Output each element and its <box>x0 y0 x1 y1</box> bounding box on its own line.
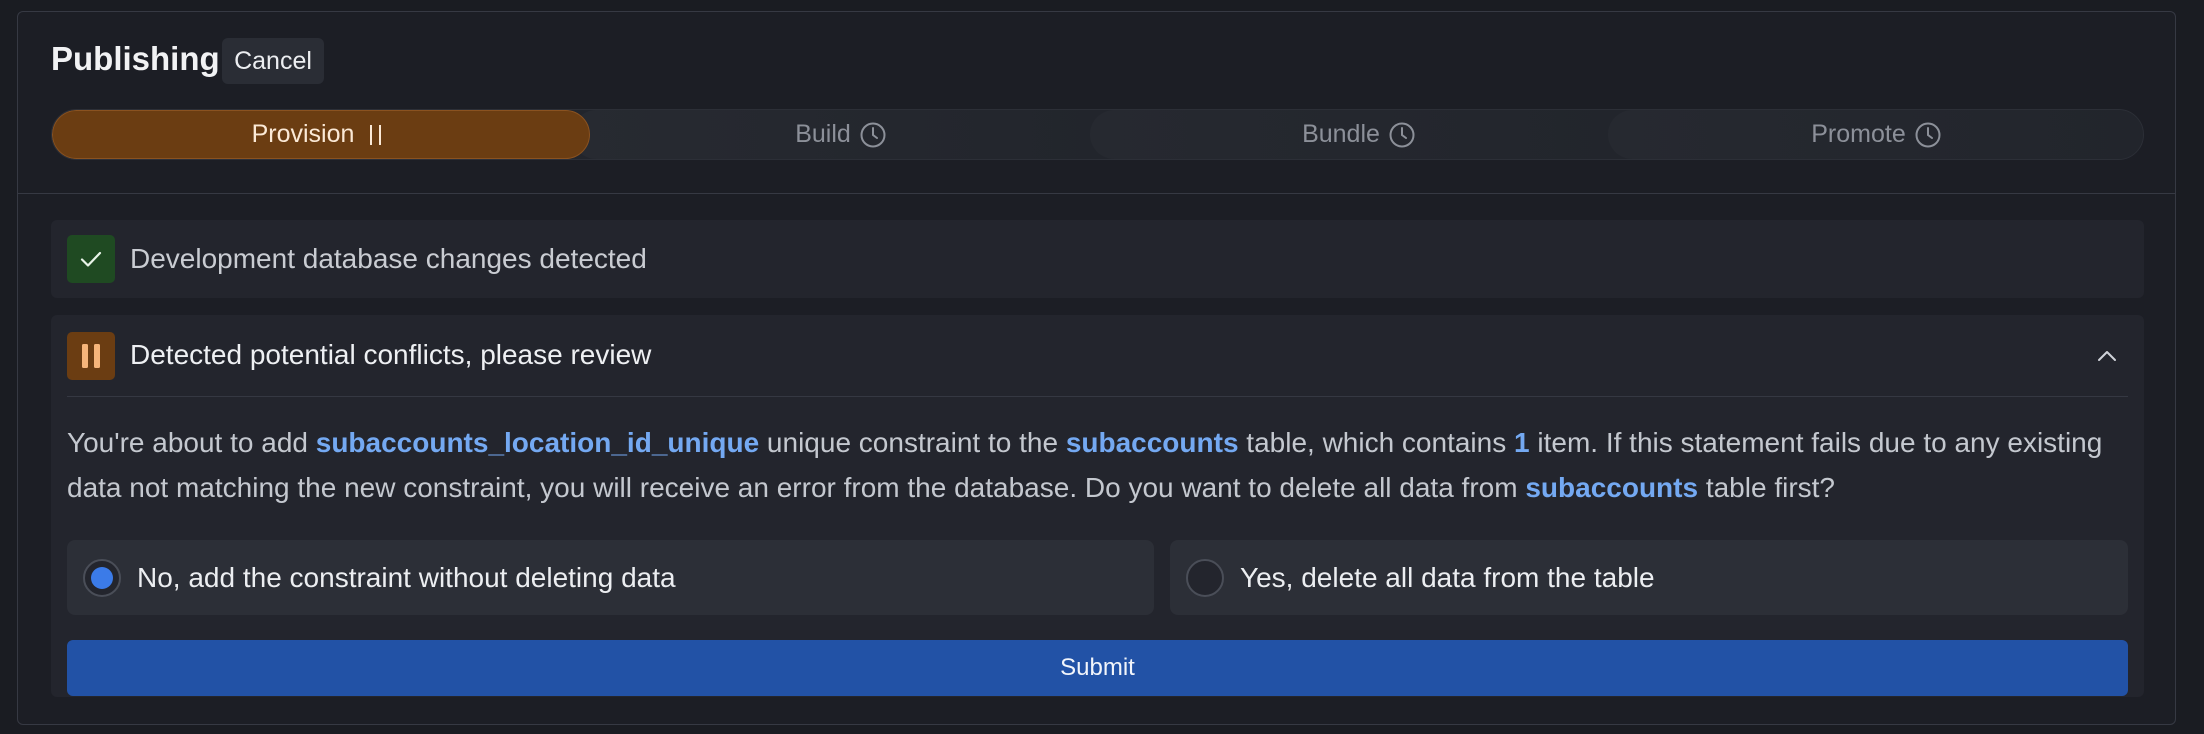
cancel-button[interactable]: Cancel <box>222 38 324 84</box>
option-delete-data[interactable]: Yes, delete all data from the table <box>1170 540 2128 615</box>
option-label: Yes, delete all data from the table <box>1240 561 1655 593</box>
page-title: Publishing <box>51 40 220 77</box>
step-label: Bundle <box>1302 120 1380 148</box>
option-keep-data[interactable]: No, add the constraint without deleting … <box>67 540 1154 615</box>
submit-button[interactable]: Submit <box>67 640 2128 696</box>
pause-icon <box>362 122 390 148</box>
message-text: table, which contains <box>1238 427 1515 458</box>
changes-detected-label: Development database changes detected <box>130 243 647 274</box>
check-icon <box>67 235 115 283</box>
step-promote[interactable]: Promote <box>1608 110 2143 159</box>
message-text: You're about to add <box>67 427 316 458</box>
table-name: subaccounts <box>1065 427 1239 458</box>
chevron-up-icon[interactable] <box>2094 343 2120 369</box>
changes-detected-row: Development database changes detected <box>51 220 2144 298</box>
clock-icon <box>859 121 887 149</box>
conflicts-title: Detected potential conflicts, please rev… <box>130 339 652 370</box>
step-build[interactable]: Build <box>572 110 1110 159</box>
item-count: 1 <box>1514 427 1530 458</box>
pause-icon <box>67 332 115 380</box>
radio-button-selected[interactable] <box>83 558 121 597</box>
step-label: Provision <box>251 120 355 148</box>
conflict-message: You're about to add subaccounts_location… <box>67 420 2127 510</box>
message-text: unique constraint to the <box>759 427 1066 458</box>
step-label: Promote <box>1811 120 1906 148</box>
clock-icon <box>1388 121 1416 149</box>
publishing-header: Publishing Cancel Build Bundle Promote P… <box>18 12 2175 194</box>
step-provision[interactable]: Provision <box>52 110 590 159</box>
clock-icon <box>1914 121 1942 149</box>
radio-button[interactable] <box>1186 558 1224 597</box>
message-text: table first? <box>1698 472 1835 503</box>
conflicts-review-section: Detected potential conflicts, please rev… <box>51 315 2144 697</box>
section-divider <box>67 396 2128 397</box>
step-bundle[interactable]: Bundle <box>1090 110 1628 159</box>
radio-dot <box>91 566 113 589</box>
option-label: No, add the constraint without deleting … <box>137 561 676 593</box>
step-label: Build <box>795 120 851 148</box>
constraint-name: subaccounts_location_id_unique <box>315 427 760 458</box>
publish-stepper: Build Bundle Promote Provision <box>51 109 2144 160</box>
publishing-panel: Publishing Cancel Build Bundle Promote P… <box>17 11 2176 725</box>
table-name: subaccounts <box>1525 472 1699 503</box>
